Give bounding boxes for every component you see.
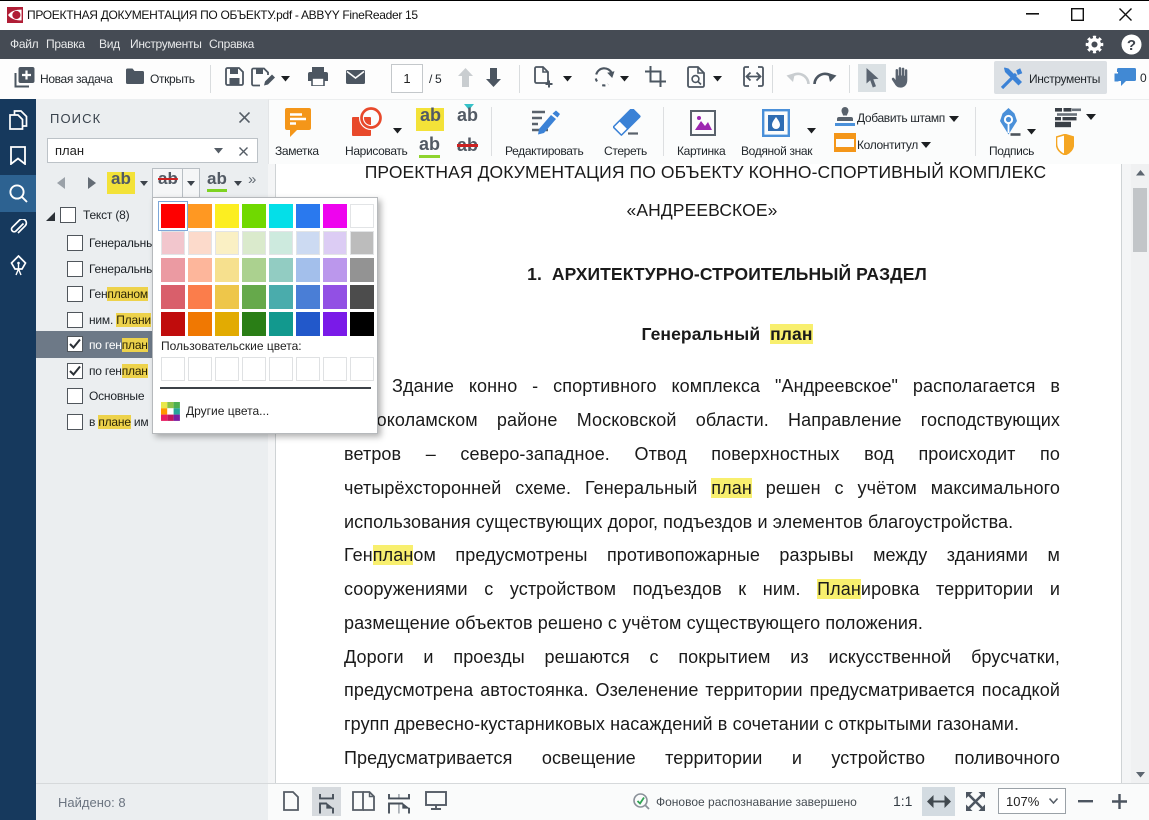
svg-text:?: ? [1127, 37, 1136, 54]
